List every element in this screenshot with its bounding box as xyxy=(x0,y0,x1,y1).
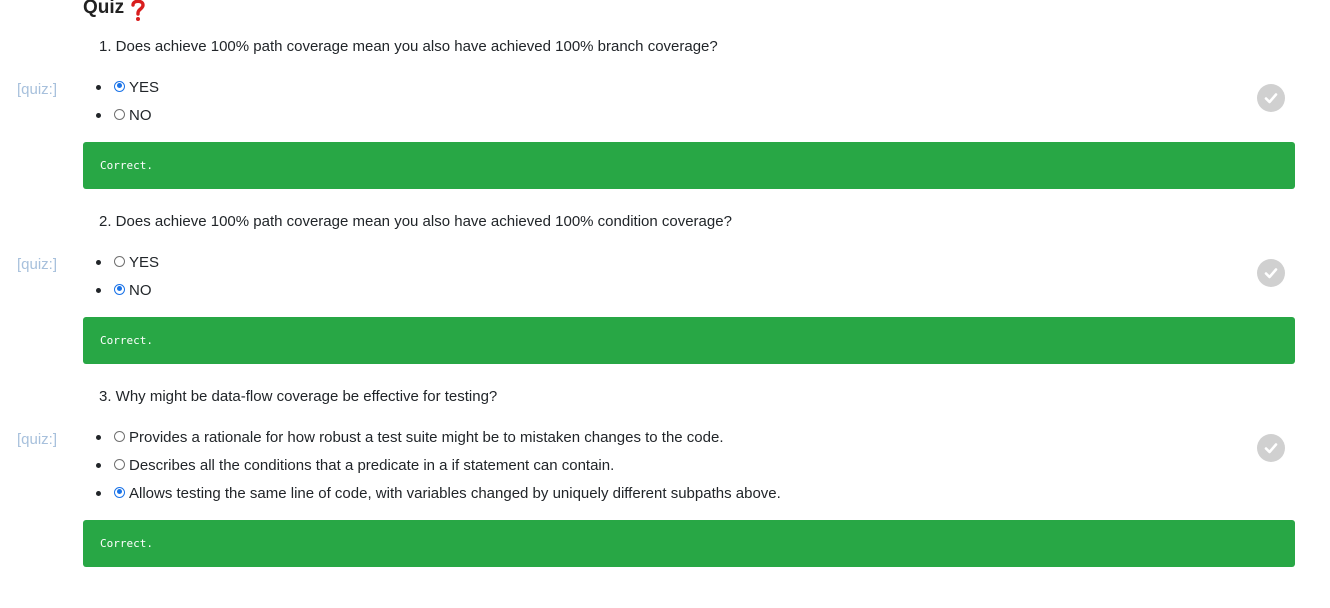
options-list: Provides a rationale for how robust a te… xyxy=(96,423,781,507)
quiz-tag: [quiz:] xyxy=(17,81,58,98)
bullet xyxy=(96,112,101,118)
bullet xyxy=(96,259,101,265)
option-no[interactable]: NO xyxy=(96,101,159,129)
bullet xyxy=(96,84,101,90)
question-mark-icon xyxy=(130,0,146,22)
options-list: YES NO xyxy=(96,248,159,304)
bullet xyxy=(96,287,101,293)
option-1[interactable]: Provides a rationale for how robust a te… xyxy=(96,423,781,451)
option-2[interactable]: Describes all the conditions that a pred… xyxy=(96,451,781,479)
radio-button-selected[interactable] xyxy=(114,486,125,498)
option-label: Describes all the conditions that a pred… xyxy=(129,456,615,474)
option-3[interactable]: Allows testing the same line of code, wi… xyxy=(96,479,781,507)
page-title-text: Quiz xyxy=(83,0,125,18)
question-text: 1. Does achieve 100% path coverage mean … xyxy=(99,38,718,55)
radio-button[interactable] xyxy=(114,458,125,470)
page-title: Quiz xyxy=(83,0,146,22)
option-yes[interactable]: YES xyxy=(96,73,159,101)
feedback-correct: Correct. xyxy=(83,317,1295,364)
radio-button[interactable] xyxy=(114,108,125,120)
radio-button[interactable] xyxy=(114,255,125,267)
checkmark-icon xyxy=(1257,84,1285,112)
option-label: Allows testing the same line of code, wi… xyxy=(129,484,781,502)
bullet xyxy=(96,434,101,440)
option-label: YES xyxy=(129,78,160,96)
bullet xyxy=(96,490,101,496)
question-text: 2. Does achieve 100% path coverage mean … xyxy=(99,213,732,230)
option-label: NO xyxy=(129,281,152,299)
option-label: YES xyxy=(129,253,160,271)
feedback-correct: Correct. xyxy=(83,142,1295,189)
option-yes[interactable]: YES xyxy=(96,248,159,276)
radio-button-selected[interactable] xyxy=(114,283,125,295)
checkmark-icon xyxy=(1257,434,1285,462)
option-label: NO xyxy=(129,106,152,124)
option-no[interactable]: NO xyxy=(96,276,159,304)
radio-button-selected[interactable] xyxy=(114,80,125,92)
option-label: Provides a rationale for how robust a te… xyxy=(129,428,724,446)
radio-button[interactable] xyxy=(114,430,125,442)
quiz-tag: [quiz:] xyxy=(17,256,58,273)
quiz-tag: [quiz:] xyxy=(17,431,58,448)
options-list: YES NO xyxy=(96,73,159,129)
question-text: 3. Why might be data-flow coverage be ef… xyxy=(99,388,498,405)
checkmark-icon xyxy=(1257,259,1285,287)
feedback-correct: Correct. xyxy=(83,520,1295,567)
bullet xyxy=(96,462,101,468)
